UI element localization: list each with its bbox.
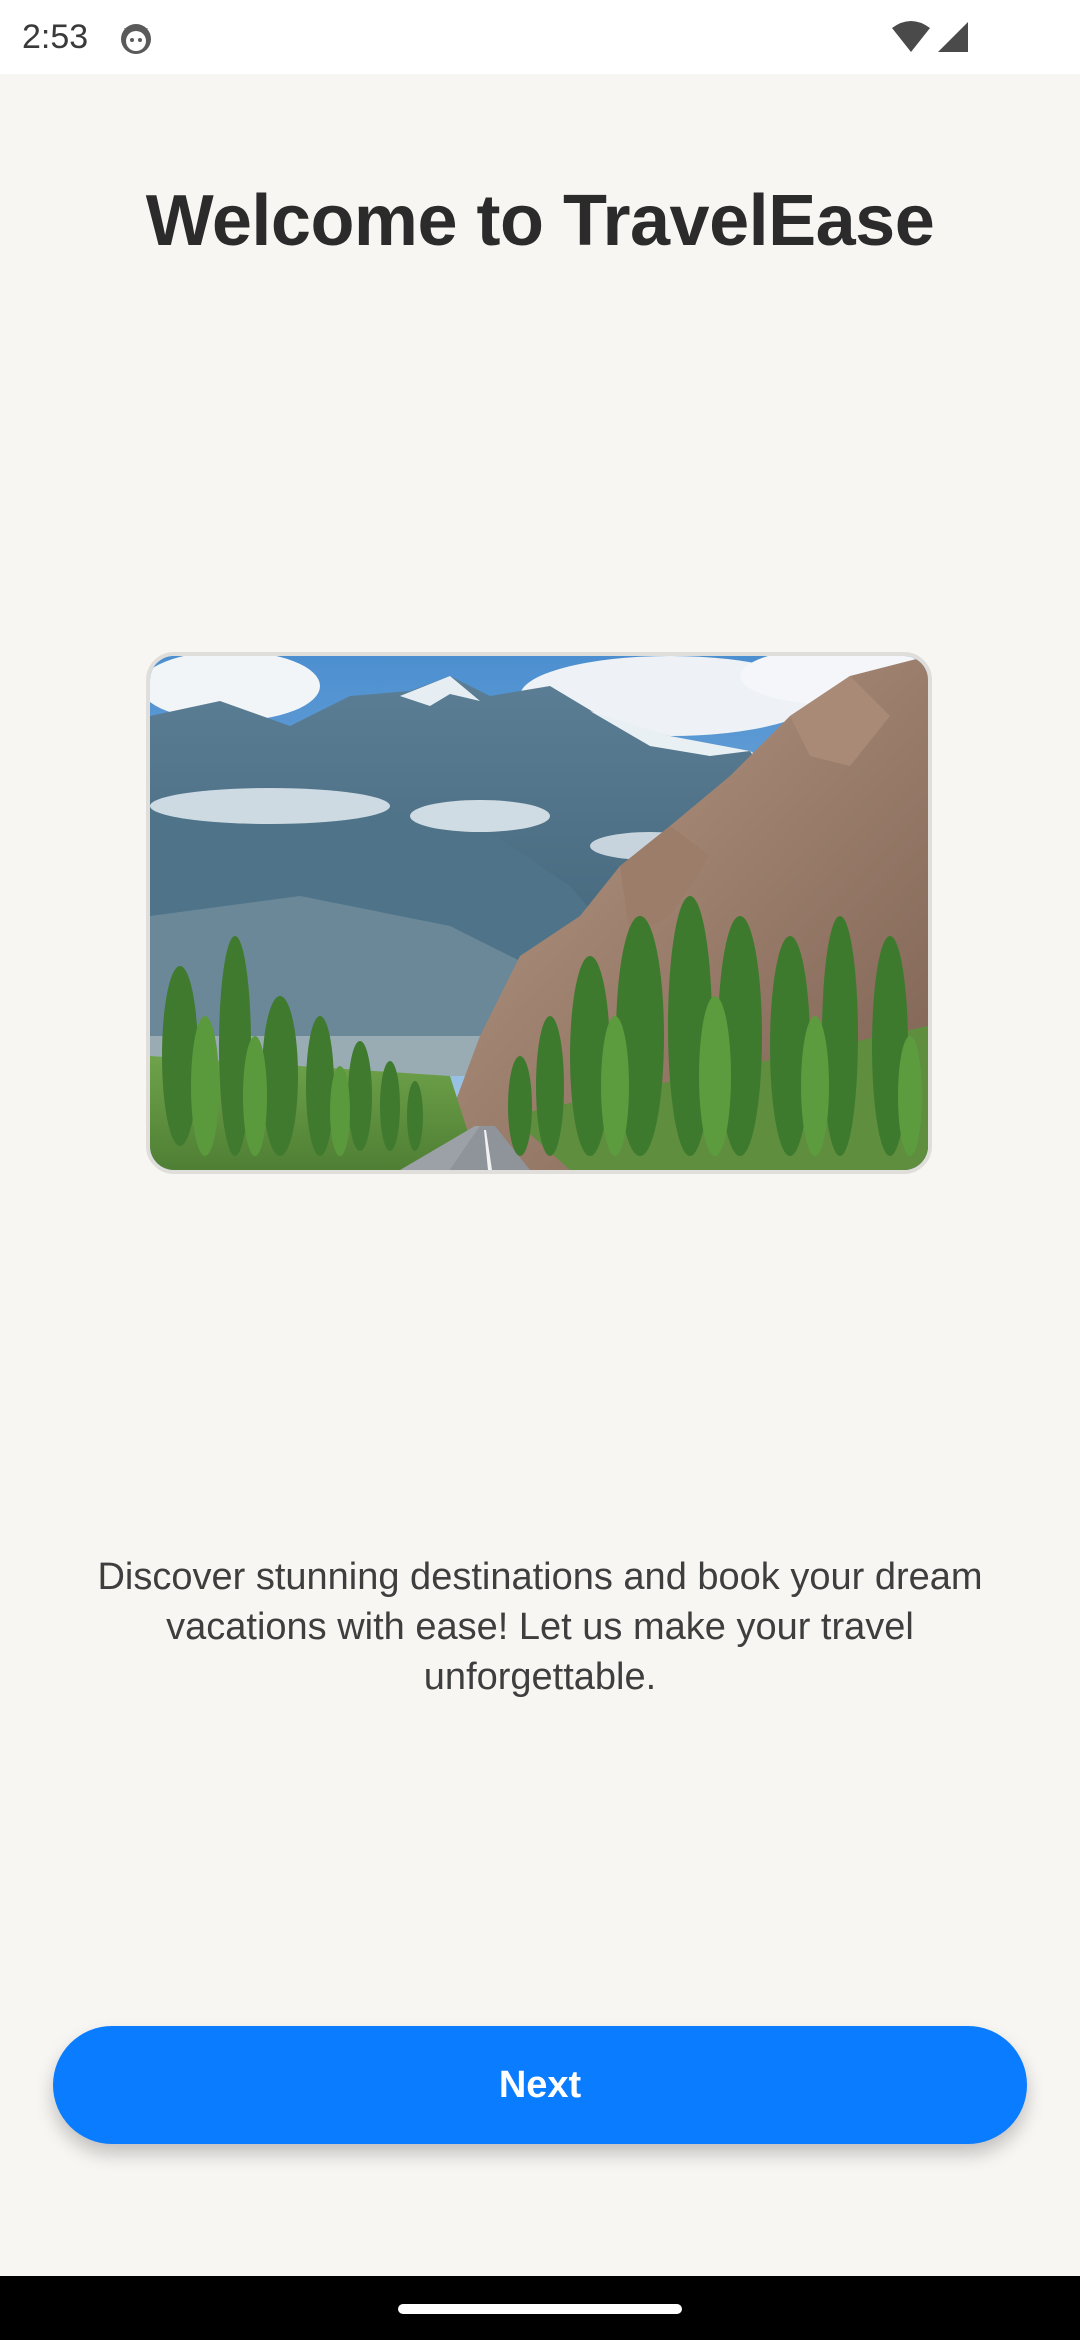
next-button[interactable]: Next: [53, 2026, 1027, 2144]
status-time: 2:53: [22, 18, 89, 56]
navigation-bar: [0, 2276, 1080, 2340]
onboarding-description: Discover stunning destinations and book …: [97, 1556, 983, 1698]
home-gesture-handle[interactable]: [398, 2304, 682, 2314]
app-notification-icon: [118, 20, 154, 56]
page-title: Welcome to TravelEase: [145, 181, 935, 261]
status-bar: 2:53: [0, 0, 1080, 74]
wifi-icon: [890, 20, 932, 54]
hero-image: [146, 652, 932, 1174]
cell-signal-icon: [936, 20, 970, 54]
